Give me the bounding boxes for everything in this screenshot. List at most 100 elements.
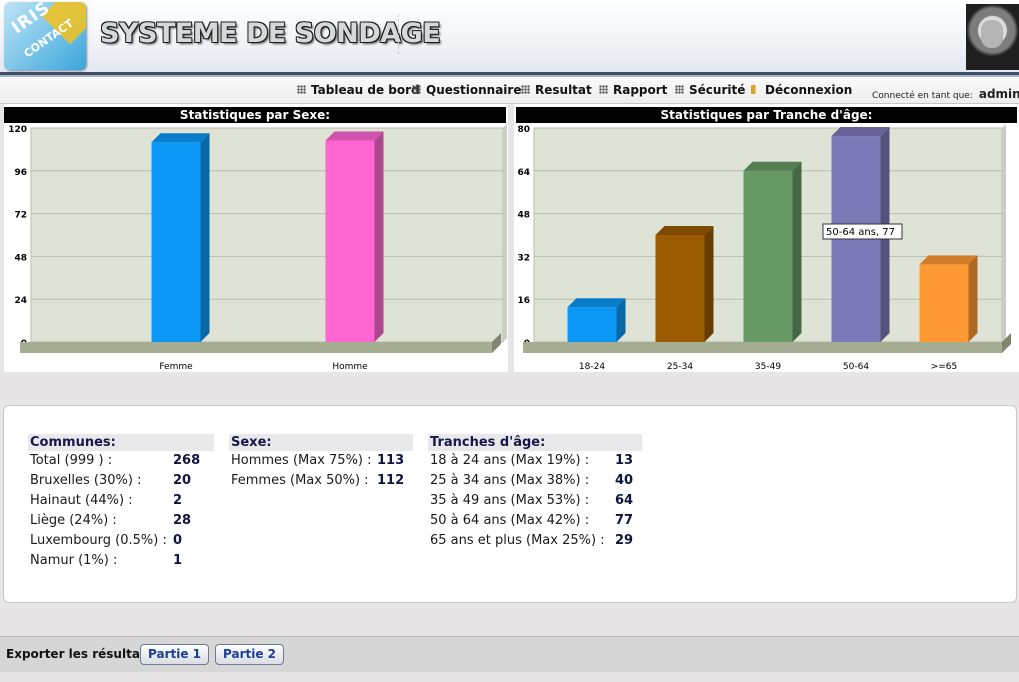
- y-tick-label: 96: [14, 168, 27, 178]
- stats-row-label: 65 ans et plus (Max 25%) :: [430, 533, 605, 548]
- bar-top: [655, 226, 714, 235]
- y-tick-label: 16: [517, 296, 530, 306]
- stats-row: Hainaut (44%) : 2: [28, 491, 214, 511]
- bar-side: [704, 226, 714, 342]
- stats-row-value: 13: [615, 453, 634, 468]
- avatar-face: [981, 20, 1003, 48]
- connected-label: Connecté en tant que:: [872, 91, 973, 101]
- stats-row-label: Hainaut (44%) :: [30, 493, 133, 508]
- plot-wall: [503, 124, 507, 342]
- stats-row-label: 35 à 49 ans (Max 53%) :: [430, 493, 590, 508]
- stats-row: 65 ans et plus (Max 25%) : 29: [428, 531, 642, 551]
- stats-row: Hommes (Max 75%) : 113: [229, 451, 413, 471]
- nav-questionnaire[interactable]: Questionnaire: [412, 83, 521, 97]
- stats-row: Total (999 ) : 268: [28, 451, 214, 471]
- chart-age: 0163248648018-2425-3435-4950-64>=6550-64…: [517, 124, 1011, 372]
- stats-rows: Hommes (Max 75%) : 113 Femmes (Max 50%) : 1…: [229, 451, 413, 491]
- stats-communes: Communes: Total (999 ) : 268 Bruxelles (30…: [28, 434, 214, 571]
- nav-rapport[interactable]: Rapport: [599, 83, 667, 97]
- header: IRIS CONTACT SYSTEME DE SONDAGE: [0, 0, 1019, 72]
- plot-area: [30, 127, 504, 343]
- stats-row: Liège (24%) : 28: [28, 511, 214, 531]
- stats-row-label: 18 à 24 ans (Max 19%) :: [430, 453, 590, 468]
- export-partie-1-button[interactable]: Partie 1: [140, 644, 210, 665]
- stats-row: Femmes (Max 50%) : 112: [229, 471, 413, 491]
- stats-heading: Sexe:: [229, 434, 413, 451]
- nav-securite[interactable]: Sécurité: [675, 83, 745, 97]
- x-tick-label: 18-24: [579, 362, 605, 372]
- bar-tooltip-text: 50-64 ans, 77: [826, 227, 895, 238]
- nav-resultat[interactable]: Resultat: [521, 83, 592, 97]
- grid-icon: [675, 85, 684, 94]
- x-tick-label: 50-64: [843, 362, 869, 372]
- bar-top: [831, 127, 890, 137]
- stats-row-label: Total (999 ) :: [30, 453, 113, 468]
- chart-panel-sexe: Statistiques par Sexe: 024487296120Femme…: [4, 104, 508, 372]
- stats-rows: Total (999 ) :268 Bruxelles (30%) :20 Hain…: [28, 451, 214, 571]
- nav-tableau-de-bord[interactable]: Tableau de bord: [297, 83, 420, 97]
- bar: [567, 307, 617, 342]
- nav-label: Sécurité: [689, 83, 746, 97]
- nav-label: Tableau de bord: [311, 83, 420, 97]
- stats-row-value: 20: [173, 473, 192, 488]
- stats-row-label: Namur (1%) :: [30, 553, 118, 568]
- bar: [919, 264, 969, 342]
- bar-top: [919, 255, 978, 265]
- nav-label: Resultat: [535, 83, 592, 97]
- y-tick-label: 72: [14, 211, 27, 221]
- bar: [151, 142, 201, 342]
- app-title: SYSTEME DE SONDAGE: [100, 18, 441, 49]
- stats-row-label: Bruxelles (30%) :: [30, 473, 142, 488]
- y-tick-label: 32: [517, 253, 530, 263]
- bar-side: [200, 133, 210, 342]
- stats-heading: Communes:: [28, 434, 214, 451]
- y-tick-label: 48: [14, 253, 27, 263]
- nav-label: Déconnexion: [765, 83, 853, 97]
- stats-box: Communes: Total (999 ) : 268 Bruxelles (30…: [3, 405, 1017, 603]
- stats-row: Luxembourg (0.5%) : 0: [28, 531, 214, 551]
- export-bar: Exporter les résultats: Partie 1 Partie …: [0, 636, 1019, 672]
- chart-sexe: 024487296120FemmeHomme: [8, 124, 507, 372]
- stats-row-value: 40: [615, 473, 634, 488]
- bar-top: [743, 161, 802, 171]
- stats-row-value: 268: [173, 453, 201, 468]
- main-nav: Tableau de bord Questionnaire Resultat R…: [0, 77, 1019, 104]
- stats-row-value: 2: [173, 493, 183, 508]
- stats-row-label: Liège (24%) :: [30, 513, 117, 528]
- y-tick-label: 48: [517, 211, 530, 221]
- bar: [743, 170, 793, 342]
- nav-deconnexion[interactable]: Déconnexion: [751, 83, 852, 97]
- stats-row-label: Luxembourg (0.5%) :: [30, 533, 167, 548]
- grid-icon: [521, 85, 530, 94]
- stats-row-label: 50 à 64 ans (Max 42%) :: [430, 513, 590, 528]
- stats-row-value: 1: [173, 553, 183, 568]
- bar-side: [374, 131, 384, 342]
- stats-heading: Tranches d'âge:: [428, 434, 642, 451]
- grid-icon: [297, 85, 306, 94]
- title-separator: [398, 14, 399, 54]
- stats-row: 18 à 24 ans (Max 19%) : 13: [428, 451, 642, 471]
- chart-title-sexe: Statistiques par Sexe:: [4, 107, 506, 123]
- y-tick-label: 24: [14, 296, 27, 306]
- stats-row-value: 77: [615, 513, 634, 528]
- chart-floor: [20, 342, 492, 353]
- connected-as: Connecté en tant que: admin: [872, 87, 1019, 101]
- stats-row-label: 25 à 34 ans (Max 38%) :: [430, 473, 590, 488]
- bar-side: [792, 161, 802, 342]
- bar: [325, 140, 375, 342]
- bar-top: [325, 131, 384, 141]
- stats-row-label: Hommes (Max 75%) :: [231, 453, 372, 468]
- stats-row-value: 112: [377, 473, 405, 488]
- x-tick-label: 35-49: [755, 362, 781, 372]
- stats-row: Namur (1%) : 1: [28, 551, 214, 571]
- stats-row: Bruxelles (30%) : 20: [28, 471, 214, 491]
- stats-sexe: Sexe: Hommes (Max 75%) : 113 Femmes (Max 5…: [229, 434, 413, 491]
- export-partie-2-button[interactable]: Partie 2: [215, 644, 285, 665]
- stats-row-value: 0: [173, 533, 183, 548]
- plot-wall: [1002, 124, 1006, 342]
- stats-rows: 18 à 24 ans (Max 19%) : 13 25 à 34 ans (Ma…: [428, 451, 642, 551]
- chart-floor: [523, 342, 1002, 353]
- stats-row-label: Femmes (Max 50%) :: [231, 473, 369, 488]
- y-tick-label: 80: [517, 125, 530, 135]
- nav-label: Rapport: [613, 83, 668, 97]
